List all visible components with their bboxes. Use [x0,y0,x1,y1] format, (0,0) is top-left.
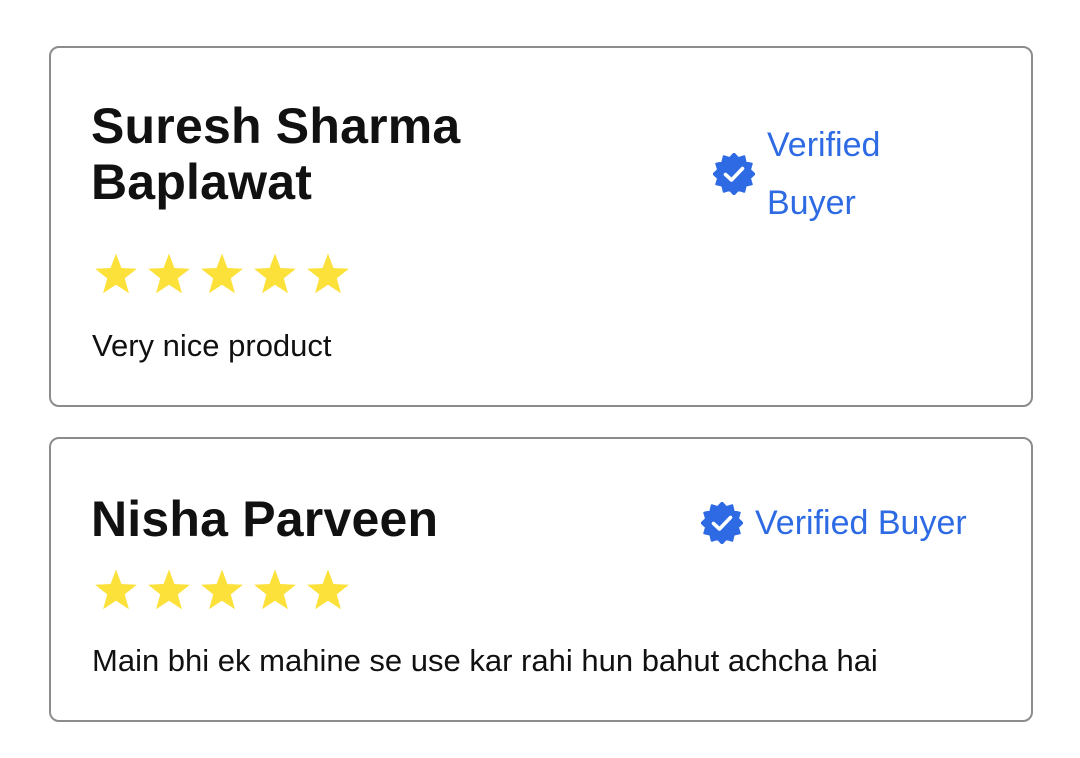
star-icon [199,568,245,612]
star-icon [146,568,192,612]
star-icon [252,252,298,296]
review-card: Suresh Sharma Baplawat Verified Buyer Ve… [49,46,1033,407]
verified-buyer-badge: Verified Buyer [713,116,913,232]
review-text: Very nice product [92,328,332,363]
reviewer-name: Nisha Parveen [91,491,439,547]
verified-badge-icon [701,502,743,544]
star-rating [93,568,351,612]
review-card: Nisha Parveen Verified Buyer Main bhi ek… [49,437,1033,722]
reviewer-name: Suresh Sharma Baplawat [91,98,461,210]
star-icon [199,252,245,296]
star-icon [305,568,351,612]
review-text: Main bhi ek mahine se use kar rahi hun b… [92,643,878,678]
star-icon [146,252,192,296]
star-icon [93,568,139,612]
star-rating [93,252,351,296]
verified-badge-icon [713,153,755,195]
verified-buyer-label: Verified Buyer [767,126,881,222]
verified-buyer-badge: Verified Buyer [701,499,967,547]
verified-buyer-label: Verified Buyer [755,504,967,542]
star-icon [305,252,351,296]
star-icon [93,252,139,296]
star-icon [252,568,298,612]
